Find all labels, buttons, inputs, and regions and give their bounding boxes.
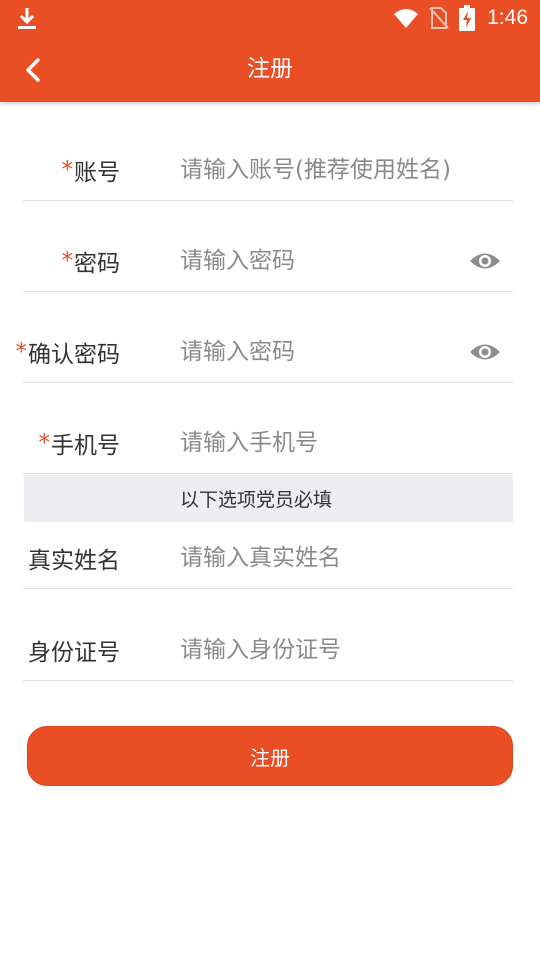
id-number-input[interactable] bbox=[180, 619, 480, 680]
confirm-password-row: * 确认密码 bbox=[16, 322, 513, 383]
password-input[interactable] bbox=[180, 231, 480, 291]
required-mark: * bbox=[61, 248, 74, 274]
phone-label-text: 手机号 bbox=[51, 433, 120, 459]
account-label: * 账号 bbox=[62, 140, 121, 200]
register-button[interactable]: 注册 bbox=[27, 726, 513, 786]
real-name-input[interactable] bbox=[180, 527, 480, 588]
phone-row: * 手机号 bbox=[23, 413, 513, 474]
wifi-icon bbox=[394, 9, 419, 28]
download-icon bbox=[18, 8, 36, 29]
eye-icon[interactable] bbox=[469, 250, 501, 272]
confirm-password-label: * 确认密码 bbox=[16, 322, 121, 382]
page-title: 注册 bbox=[247, 56, 293, 82]
real-name-row: 真实姓名 bbox=[23, 527, 513, 589]
status-time: 1:46 bbox=[487, 6, 528, 29]
required-mark: * bbox=[38, 430, 51, 456]
id-number-label: 身份证号 bbox=[28, 639, 120, 666]
app-bar: 注册 bbox=[0, 36, 540, 102]
status-icons: 1:46 bbox=[393, 0, 528, 36]
battery-charging-icon bbox=[459, 5, 476, 31]
eye-icon[interactable] bbox=[469, 341, 501, 363]
phone-input[interactable] bbox=[180, 413, 480, 473]
required-mark: * bbox=[61, 157, 74, 183]
password-row: * 密码 bbox=[23, 231, 513, 292]
account-label-text: 账号 bbox=[74, 160, 120, 186]
confirm-password-label-text: 确认密码 bbox=[28, 342, 120, 368]
confirm-password-input[interactable] bbox=[180, 322, 480, 382]
status-bar: 1:46 bbox=[0, 0, 540, 36]
real-name-label: 真实姓名 bbox=[28, 547, 120, 574]
account-row: * 账号 bbox=[23, 140, 513, 201]
required-mark: * bbox=[15, 339, 28, 365]
account-input[interactable] bbox=[180, 140, 510, 200]
password-label: * 密码 bbox=[62, 231, 121, 291]
no-sim-icon bbox=[429, 7, 449, 29]
password-label-text: 密码 bbox=[74, 251, 120, 277]
phone-label: * 手机号 bbox=[39, 413, 121, 473]
id-number-row: 身份证号 bbox=[23, 619, 513, 681]
party-member-section-note: 以下选项党员必填 bbox=[24, 475, 513, 522]
